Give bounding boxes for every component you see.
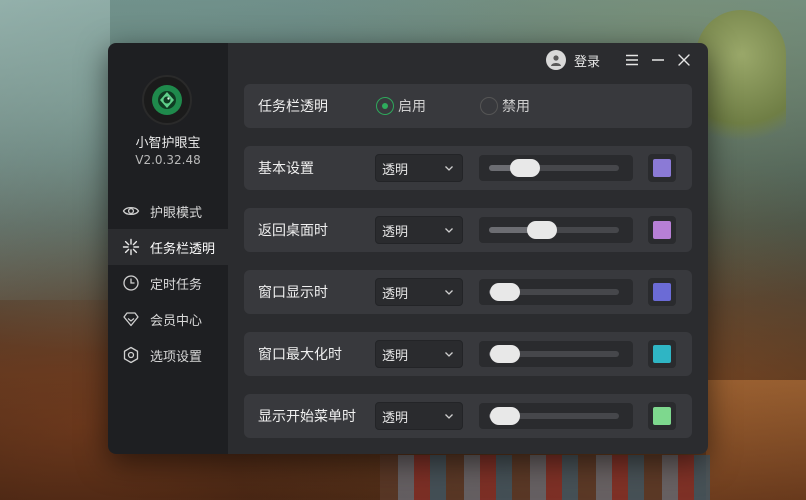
sidebar-item-label: 任务栏透明 [150, 241, 216, 257]
background-shelf [706, 380, 806, 500]
eye-icon [122, 202, 140, 220]
enable-radio-label: 启用 [398, 99, 426, 115]
background-plant [696, 10, 786, 160]
chevron-down-icon [445, 352, 453, 357]
mode-select-value: 透明 [382, 410, 409, 426]
setting-row: 窗口最大化时 透明 [244, 332, 692, 376]
mode-select[interactable]: 透明 [375, 402, 463, 430]
radio-unchecked-icon [480, 97, 498, 115]
chevron-down-icon [445, 228, 453, 233]
main-panel: 登录 任务栏透明 启用 禁用 基本设置 透明 返回桌面时 透明 窗口显示时 透明… [228, 43, 708, 454]
slider-handle[interactable] [490, 407, 520, 425]
close-icon [678, 54, 690, 66]
taskbar-toggle-label: 任务栏透明 [258, 99, 328, 115]
sidebar-item-label: 护眼模式 [150, 205, 203, 221]
app-logo [142, 75, 192, 125]
color-swatch [653, 283, 671, 301]
setting-row-label: 显示开始菜单时 [258, 409, 356, 425]
setting-row-label: 基本设置 [258, 161, 314, 177]
background-books [380, 455, 710, 500]
login-link[interactable]: 登录 [574, 51, 600, 70]
titlebar: 登录 [545, 43, 708, 77]
mode-select-value: 透明 [382, 224, 409, 240]
minimize-icon [652, 59, 664, 61]
mode-select[interactable]: 透明 [375, 216, 463, 244]
mode-select[interactable]: 透明 [375, 278, 463, 306]
user-avatar-icon[interactable] [545, 50, 566, 70]
color-swatch [653, 345, 671, 363]
slider-track [489, 283, 619, 301]
color-picker-button[interactable] [648, 402, 676, 430]
sidebar-item-eye-care[interactable]: 护眼模式 [108, 193, 228, 229]
disable-radio[interactable]: 禁用 [480, 96, 530, 116]
disable-radio-label: 禁用 [502, 99, 530, 115]
menu-icon [626, 54, 638, 66]
chevron-down-icon [445, 166, 453, 171]
sidebar-item-scheduled-tasks[interactable]: 定时任务 [108, 265, 228, 301]
sparkle-icon [122, 238, 140, 256]
close-button[interactable] [674, 50, 694, 70]
transparency-slider[interactable] [479, 155, 633, 181]
sidebar-item-taskbar-transparent[interactable]: 任务栏透明 [108, 229, 228, 265]
taskbar-toggle-card: 任务栏透明 启用 禁用 [244, 84, 692, 128]
mode-select[interactable]: 透明 [375, 340, 463, 368]
clock-icon [122, 274, 140, 292]
mode-select-value: 透明 [382, 286, 409, 302]
settings-icon [122, 346, 140, 364]
color-swatch [653, 407, 671, 425]
mode-select-value: 透明 [382, 162, 409, 178]
color-swatch [653, 221, 671, 239]
app-version: V2.0.32.48 [135, 153, 201, 167]
minimize-button[interactable] [648, 50, 668, 70]
setting-row: 基本设置 透明 [244, 146, 692, 190]
mode-select[interactable]: 透明 [375, 154, 463, 182]
sidebar-nav: 护眼模式 任务栏透明 定时任务 会员中心 选项设置 [108, 193, 228, 373]
transparency-slider[interactable] [479, 341, 633, 367]
slider-track [489, 159, 619, 177]
enable-radio[interactable]: 启用 [376, 96, 426, 116]
transparency-slider[interactable] [479, 217, 633, 243]
color-swatch [653, 159, 671, 177]
sidebar-item-membership[interactable]: 会员中心 [108, 301, 228, 337]
setting-row: 显示开始菜单时 透明 [244, 394, 692, 438]
mode-select-value: 透明 [382, 348, 409, 364]
slider-track [489, 345, 619, 363]
setting-row-label: 窗口显示时 [258, 285, 328, 301]
color-picker-button[interactable] [648, 216, 676, 244]
setting-row: 窗口显示时 透明 [244, 270, 692, 314]
sidebar-item-options[interactable]: 选项设置 [108, 337, 228, 373]
slider-handle[interactable] [490, 345, 520, 363]
radio-checked-icon [376, 97, 394, 115]
sidebar: 小智护眼宝 V2.0.32.48 护眼模式 任务栏透明 定时任务 会员中心 选项… [108, 43, 228, 454]
color-picker-button[interactable] [648, 340, 676, 368]
slider-track [489, 221, 619, 239]
setting-row-label: 窗口最大化时 [258, 347, 342, 363]
sidebar-item-label: 定时任务 [150, 277, 203, 293]
eye-logo-icon [152, 85, 182, 115]
transparency-slider[interactable] [479, 279, 633, 305]
setting-row-label: 返回桌面时 [258, 223, 328, 239]
diamond-icon [122, 310, 140, 328]
menu-button[interactable] [622, 50, 642, 70]
color-picker-button[interactable] [648, 278, 676, 306]
transparency-slider[interactable] [479, 403, 633, 429]
slider-handle[interactable] [490, 283, 520, 301]
sidebar-item-label: 选项设置 [150, 349, 203, 365]
slider-handle[interactable] [527, 221, 557, 239]
chevron-down-icon [445, 290, 453, 295]
app-window: 小智护眼宝 V2.0.32.48 护眼模式 任务栏透明 定时任务 会员中心 选项… [108, 43, 708, 454]
background-window [0, 0, 110, 300]
chevron-down-icon [445, 414, 453, 419]
app-name: 小智护眼宝 [135, 136, 201, 151]
slider-handle[interactable] [510, 159, 540, 177]
slider-track [489, 407, 619, 425]
sidebar-item-label: 会员中心 [150, 313, 203, 329]
setting-row: 返回桌面时 透明 [244, 208, 692, 252]
color-picker-button[interactable] [648, 154, 676, 182]
